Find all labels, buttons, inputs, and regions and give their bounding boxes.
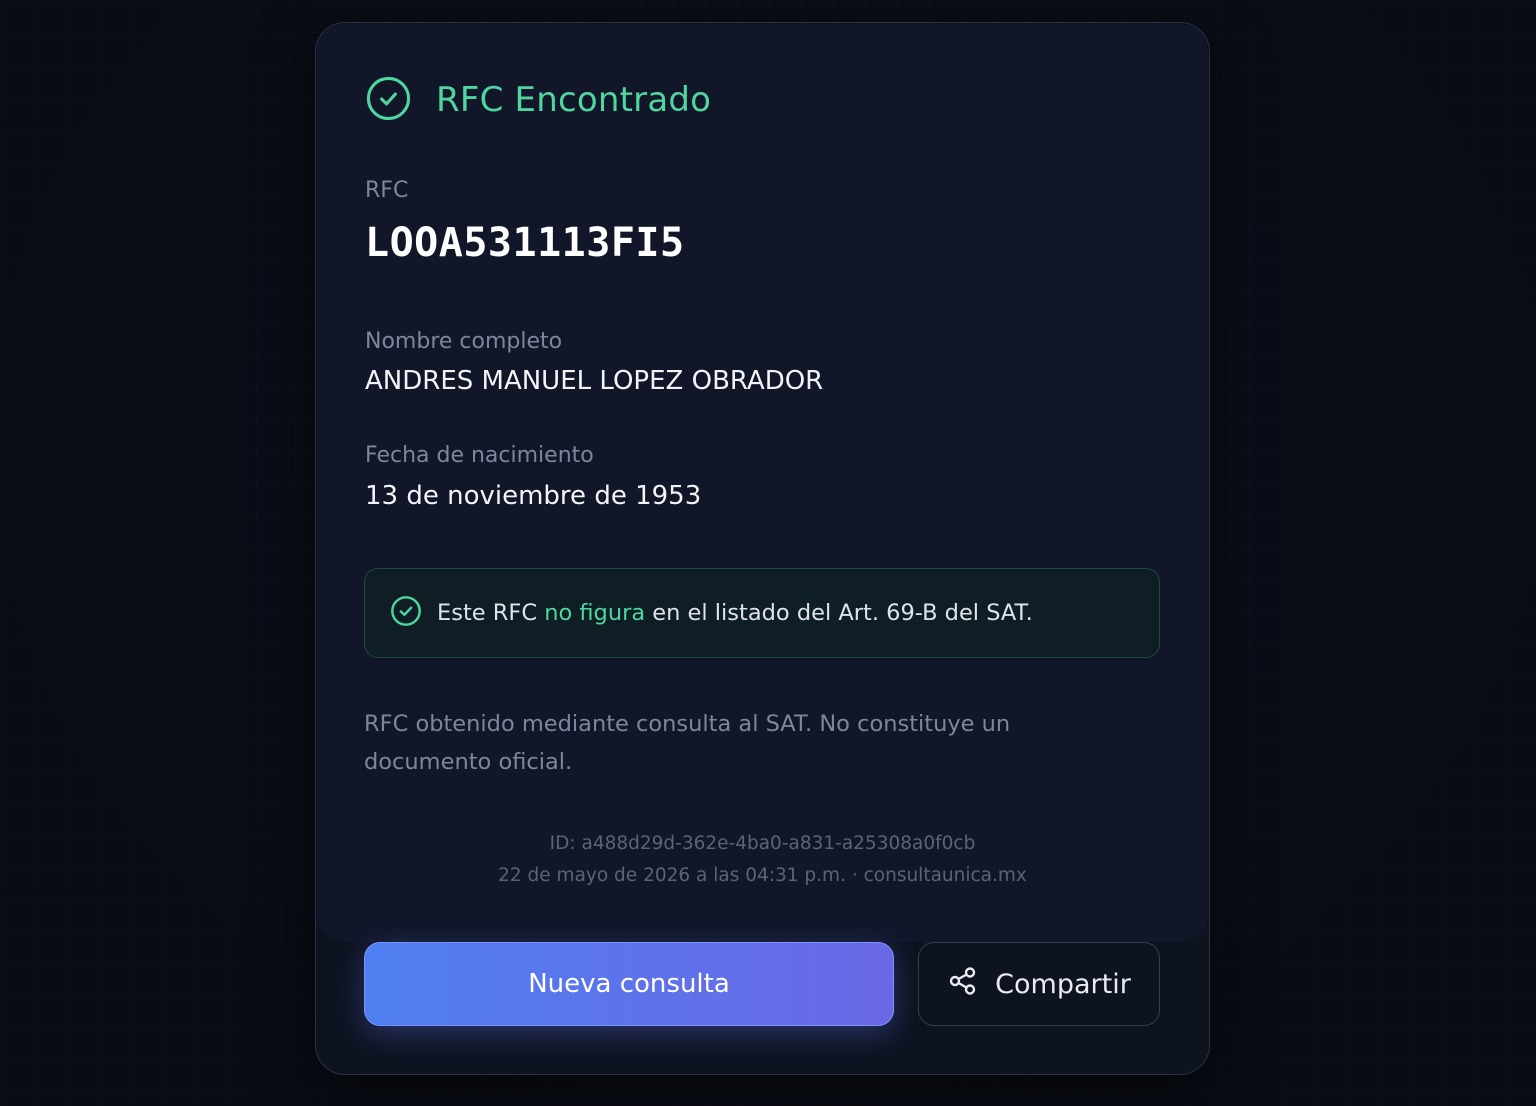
fecha-value: 13 de noviembre de 1953 bbox=[365, 481, 702, 511]
fecha-label: Fecha de nacimiento bbox=[365, 443, 594, 468]
rfc-label: RFC bbox=[365, 178, 409, 203]
share-label: Compartir bbox=[995, 968, 1131, 1000]
check-circle-icon bbox=[389, 594, 423, 632]
check-circle-icon bbox=[365, 75, 412, 126]
notice-text: Este RFC no figura en el listado del Art… bbox=[437, 600, 1033, 626]
new-query-button[interactable]: Nueva consulta bbox=[364, 942, 894, 1026]
query-id: ID: a488d29d-362e-4ba0-a831-a25308a0f0cb bbox=[549, 833, 976, 854]
share-button[interactable]: Compartir bbox=[918, 942, 1160, 1026]
result-title: RFC Encontrado bbox=[436, 80, 712, 120]
share-icon bbox=[947, 965, 995, 1004]
nombre-value: ANDRES MANUEL LOPEZ OBRADOR bbox=[365, 366, 824, 396]
disclaimer-text: RFC obtenido mediante consulta al SAT. N… bbox=[364, 711, 1011, 775]
nombre-label: Nombre completo bbox=[365, 329, 563, 354]
sat-69b-notice: Este RFC no figura en el listado del Art… bbox=[364, 568, 1160, 658]
notice-text-after: en el listado del Art. 69-B del SAT. bbox=[645, 600, 1033, 626]
rfc-value: LOOA531113FI5 bbox=[365, 220, 685, 266]
notice-text-before: Este RFC bbox=[437, 600, 545, 626]
new-query-label: Nueva consulta bbox=[528, 969, 730, 999]
notice-highlight: no figura bbox=[544, 600, 646, 626]
query-timestamp: 22 de mayo de 2026 a las 04:31 p.m. · co… bbox=[498, 865, 1027, 886]
result-header: RFC Encontrado bbox=[365, 76, 711, 124]
